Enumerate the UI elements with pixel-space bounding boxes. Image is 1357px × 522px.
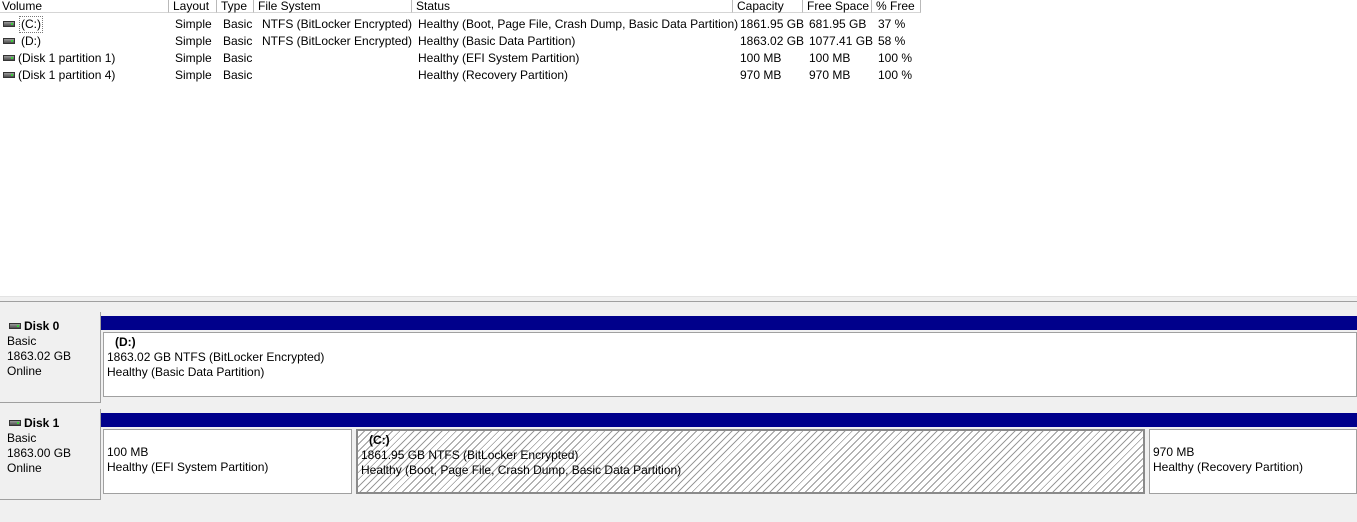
percent-free-cell: 100 % <box>878 68 913 82</box>
disk-state: Online <box>7 364 42 378</box>
disk-state: Online <box>7 461 42 475</box>
hard-drive-icon <box>3 38 15 44</box>
disk-info[interactable]: Disk 0 Basic 1863.02 GB Online <box>0 312 101 403</box>
partition-d[interactable]: (D:) 1863.02 GB NTFS (BitLocker Encrypte… <box>101 312 1357 403</box>
volume-cell: (D:) <box>0 33 169 50</box>
disk-type: Basic <box>7 431 37 445</box>
partition-box: 100 MB Healthy (EFI System Partition) <box>103 429 352 494</box>
column-header-free-space[interactable]: Free Space <box>803 0 872 13</box>
layout-cell: Simple <box>175 34 212 48</box>
free-space-cell: 100 MB <box>809 51 851 65</box>
status-cell: Healthy (Boot, Page File, Crash Dump, Ba… <box>418 17 739 31</box>
column-header-layout[interactable]: Layout <box>169 0 217 13</box>
volume-name: (C:) <box>19 16 43 33</box>
disk-name: Disk 0 <box>24 319 60 333</box>
partition-bar <box>1147 413 1357 427</box>
file-system-cell: NTFS (BitLocker Encrypted) <box>262 17 413 31</box>
volume-list[interactable]: Volume Layout Type File System Status Ca… <box>0 0 1357 296</box>
disk-title: Disk 0 <box>7 319 100 334</box>
layout-cell: Simple <box>175 17 212 31</box>
hard-drive-icon <box>9 420 21 426</box>
partition-size: 100 MB <box>107 445 149 459</box>
layout-cell: Simple <box>175 68 212 82</box>
partition-box: 970 MB Healthy (Recovery Partition) <box>1149 429 1357 494</box>
free-space-cell: 681.95 GB <box>809 17 867 31</box>
disk-info[interactable]: Disk 1 Basic 1863.00 GB Online <box>0 409 101 500</box>
partition-bar <box>354 413 1147 427</box>
column-header-volume[interactable]: Volume <box>0 0 169 13</box>
type-cell: Basic <box>223 34 253 48</box>
partition-c[interactable]: (C:) 1861.95 GB NTFS (BitLocker Encrypte… <box>354 409 1147 500</box>
volume-row[interactable]: (Disk 1 partition 4) Simple Basic Health… <box>0 67 1357 84</box>
disk-size: 1863.02 GB <box>7 349 72 363</box>
volume-row[interactable]: (C:) Simple Basic NTFS (BitLocker Encryp… <box>0 16 1357 33</box>
type-cell: Basic <box>223 68 253 82</box>
partition-status: Healthy (Recovery Partition) <box>1153 460 1304 474</box>
column-header-type[interactable]: Type <box>217 0 254 13</box>
disk-row-1: Disk 1 Basic 1863.00 GB Online 100 MB He… <box>0 409 1357 500</box>
partition-bar <box>101 316 1357 330</box>
hard-drive-icon <box>3 21 15 27</box>
status-cell: Healthy (Recovery Partition) <box>418 68 569 82</box>
capacity-cell: 1861.95 GB <box>740 17 805 31</box>
pane-splitter[interactable] <box>0 296 1357 302</box>
disk-row-0: Disk 0 Basic 1863.02 GB Online (D:) 1863… <box>0 312 1357 403</box>
column-header-percent-free[interactable]: % Free <box>872 0 921 13</box>
partition-size: 1861.95 GB NTFS (BitLocker Encrypted) <box>361 448 579 462</box>
capacity-cell: 1863.02 GB <box>740 34 805 48</box>
hard-drive-icon <box>9 323 21 329</box>
type-cell: Basic <box>223 17 253 31</box>
partition-box: (D:) 1863.02 GB NTFS (BitLocker Encrypte… <box>103 332 1357 397</box>
volume-row[interactable]: (D:) Simple Basic NTFS (BitLocker Encryp… <box>0 33 1357 50</box>
hard-drive-icon <box>3 55 15 61</box>
volume-cell: (Disk 1 partition 1) <box>0 50 169 67</box>
capacity-cell: 100 MB <box>740 51 782 65</box>
free-space-cell: 970 MB <box>809 68 851 82</box>
volume-name: (Disk 1 partition 1) <box>18 51 116 65</box>
volume-name: (D:) <box>21 34 41 48</box>
file-system-cell: NTFS (BitLocker Encrypted) <box>262 34 413 48</box>
partition-size: 1863.02 GB NTFS (BitLocker Encrypted) <box>107 350 325 364</box>
partition-status: Healthy (Basic Data Partition) <box>107 365 265 379</box>
partition-status: Healthy (EFI System Partition) <box>107 460 269 474</box>
volume-row[interactable]: (Disk 1 partition 1) Simple Basic Health… <box>0 50 1357 67</box>
free-space-cell: 1077.41 GB <box>809 34 874 48</box>
column-header-capacity[interactable]: Capacity <box>733 0 803 13</box>
list-header: Volume Layout Type File System Status Ca… <box>0 0 1357 14</box>
disk-size: 1863.00 GB <box>7 446 72 460</box>
partition-status: Healthy (Boot, Page File, Crash Dump, Ba… <box>361 463 682 477</box>
partition-size: 970 MB <box>1153 445 1195 459</box>
partition-efi[interactable]: 100 MB Healthy (EFI System Partition) <box>101 409 354 500</box>
percent-free-cell: 58 % <box>878 34 906 48</box>
status-cell: Healthy (Basic Data Partition) <box>418 34 576 48</box>
layout-cell: Simple <box>175 51 212 65</box>
volume-name: (Disk 1 partition 4) <box>18 68 116 82</box>
partition-recovery[interactable]: 970 MB Healthy (Recovery Partition) <box>1147 409 1357 500</box>
disk-name: Disk 1 <box>24 416 60 430</box>
column-header-status[interactable]: Status <box>412 0 733 13</box>
capacity-cell: 970 MB <box>740 68 782 82</box>
hard-drive-icon <box>3 72 15 78</box>
volume-cell: (Disk 1 partition 4) <box>0 67 169 84</box>
disk-type: Basic <box>7 334 37 348</box>
partition-name: (C:) <box>369 433 390 447</box>
partition-bar <box>101 413 354 427</box>
percent-free-cell: 37 % <box>878 17 906 31</box>
volume-cell: (C:) <box>0 16 169 33</box>
percent-free-cell: 100 % <box>878 51 913 65</box>
status-cell: Healthy (EFI System Partition) <box>418 51 580 65</box>
partition-box-selected: (C:) 1861.95 GB NTFS (BitLocker Encrypte… <box>356 429 1145 494</box>
column-header-file-system[interactable]: File System <box>254 0 412 13</box>
partition-name: (D:) <box>115 335 136 349</box>
disk-title: Disk 1 <box>7 416 100 431</box>
type-cell: Basic <box>223 51 253 65</box>
